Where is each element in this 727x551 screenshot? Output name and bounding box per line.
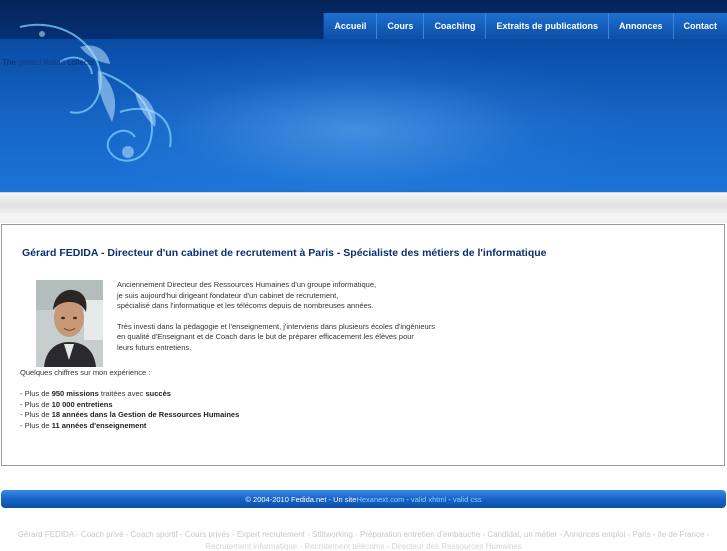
footer-link-hexanext[interactable]: Hexanext.com [356,495,404,504]
tagline-part-3: collects [65,58,94,67]
bio-line: je suis aujourd'hui dirigeant fondateur … [117,291,338,300]
footer-link-valid-css[interactable]: valid css [453,495,482,504]
bio-line: leurs futurs entretiens. [117,343,191,352]
bio-line: Très investi dans la pédagogie et l'ense… [117,322,435,331]
stat-prefix: - Plus de [20,410,52,419]
tagline-part-1: The [2,58,18,67]
tagline-part-2: gérard fedida [18,58,65,67]
stat-value: 11 années d'enseignement [52,421,147,430]
stat-value: 950 missions [52,389,99,398]
stat-middle: traitées avec [99,389,146,398]
separator-band [0,192,727,213]
bio-line: en qualité d'Enseignant et de Coach dans… [117,332,414,341]
bio-paragraph-2: Très investi dans la pédagogie et l'ense… [117,322,435,354]
stat-value-2: succès [146,389,171,398]
page-title: Gérard FEDIDA - Directeur d'un cabinet d… [22,247,547,259]
separator-band-lower [0,213,727,223]
list-item: - Plus de 18 années dans la Gestion de R… [20,410,239,421]
bio-line: Anciennement Directeur des Ressources Hu… [117,280,376,289]
main-nav: Accueil Cours Coaching Extraits de publi… [323,13,727,39]
nav-item-contact[interactable]: Contact [673,13,727,39]
footer-copyright: © 2004-2010 Fedida.net - Un site [245,495,356,504]
footer-link-valid-xhtml[interactable]: valid xhtml [411,495,446,504]
bio-line: spécialisé dans l'informatique et les té… [117,301,374,310]
header-banner: The gérard fedida collects Accueil Cours… [0,0,727,192]
stat-prefix: - Plus de [20,389,52,398]
main-content-box: Gérard FEDIDA - Directeur d'un cabinet d… [1,224,725,466]
bio-paragraph-1: Anciennement Directeur des Ressources Hu… [117,280,435,312]
list-item: - Plus de 10 000 entretiens [20,400,239,411]
nav-item-coaching[interactable]: Coaching [423,13,485,39]
list-item: - Plus de 11 années d'enseignement [20,421,239,432]
biography: Anciennement Directeur des Ressources Hu… [117,280,435,354]
nav-item-annonces[interactable]: Annonces [608,13,673,39]
header-tagline: The gérard fedida collects [2,58,94,67]
stat-value: 18 années dans la Gestion de Ressources … [52,410,240,419]
floral-swirl-decoration [0,12,200,187]
seo-keywords-line-1: Gérard FEDIDA - Coach privé - Coach spor… [0,530,727,539]
stat-value: 10 000 entretiens [52,400,113,409]
footer-bar: © 2004-2010 Fedida.net - Un site Hexanex… [1,490,726,508]
footer-separator: - [448,495,451,504]
footer-separator: - [406,495,409,504]
stats-list: - Plus de 950 missions traitées avec suc… [20,389,239,431]
nav-item-extraits-de-publications[interactable]: Extraits de publications [485,13,608,39]
list-item: - Plus de 950 missions traitées avec suc… [20,389,239,400]
seo-keywords-line-2: Recrutement informatique - Recrutement t… [0,542,727,551]
stats-intro: Quelques chiffres sur mon expérience : [20,368,150,377]
profile-photo [36,280,103,367]
stat-prefix: - Plus de [20,421,52,430]
nav-item-accueil[interactable]: Accueil [323,13,376,39]
stat-prefix: - Plus de [20,400,52,409]
nav-item-cours[interactable]: Cours [376,13,423,39]
